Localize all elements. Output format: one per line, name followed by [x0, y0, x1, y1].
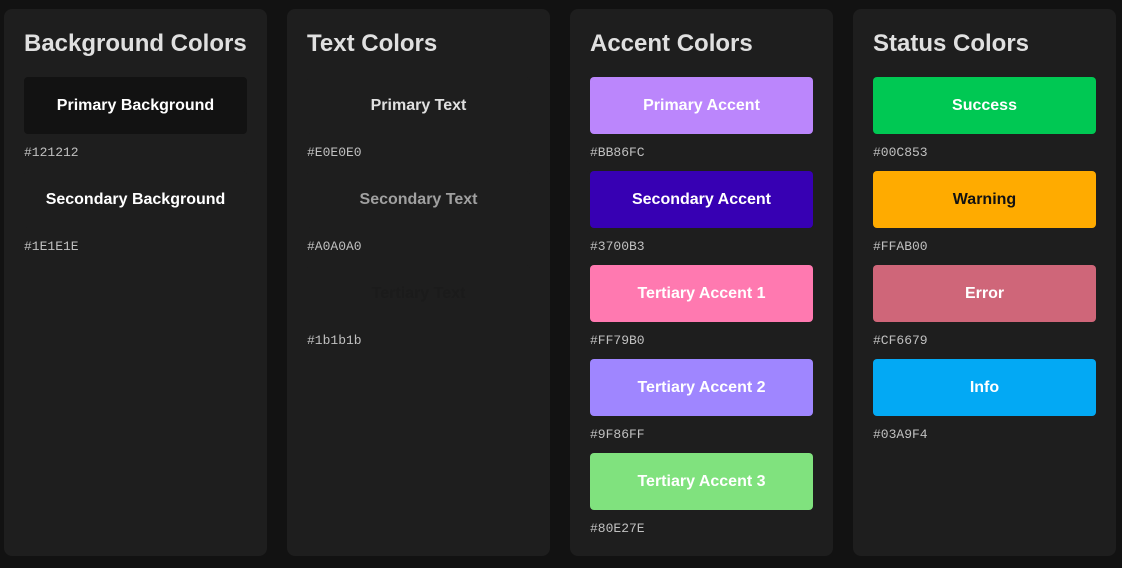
- swatch-item: Tertiary Accent 3 #80E27E: [590, 453, 813, 547]
- swatch-item: Tertiary Accent 1 #FF79B0: [590, 265, 813, 359]
- hex-code: #1b1b1b: [307, 333, 362, 348]
- swatch-list: Primary Background #121212 Secondary Bac…: [24, 77, 247, 265]
- swatch-item: Info #03A9F4: [873, 359, 1096, 453]
- success-swatch: Success: [873, 77, 1096, 134]
- hex-code: #A0A0A0: [307, 239, 362, 254]
- hex-code: #80E27E: [590, 521, 645, 536]
- tertiary-accent-3-swatch: Tertiary Accent 3: [590, 453, 813, 510]
- hex-code: #FFAB00: [873, 239, 928, 254]
- hex-code: #E0E0E0: [307, 145, 362, 160]
- tertiary-accent-2-swatch: Tertiary Accent 2: [590, 359, 813, 416]
- panel-title: Status Colors: [873, 30, 1030, 57]
- hex-code: #121212: [24, 145, 79, 160]
- swatch-item: Error #CF6679: [873, 265, 1096, 359]
- swatch-item: Tertiary Accent 2 #9F86FF: [590, 359, 813, 453]
- swatch-list: Success #00C853 Warning #FFAB00 Error #C…: [873, 77, 1096, 453]
- text-colors-panel: Text Colors Primary Text #E0E0E0 Seconda…: [287, 9, 550, 556]
- swatch-item: Success #00C853: [873, 77, 1096, 171]
- secondary-text-swatch: Secondary Text: [307, 171, 530, 228]
- swatch-list: Primary Text #E0E0E0 Secondary Text #A0A…: [307, 77, 530, 359]
- hex-code: #00C853: [873, 145, 928, 160]
- hex-code: #CF6679: [873, 333, 928, 348]
- panel-title: Accent Colors: [590, 30, 753, 57]
- hex-code: #9F86FF: [590, 427, 645, 442]
- swatch-item: Secondary Text #A0A0A0: [307, 171, 530, 265]
- hex-code: #BB86FC: [590, 145, 645, 160]
- swatch-item: Primary Text #E0E0E0: [307, 77, 530, 171]
- palette-grid: Background Colors Primary Background #12…: [0, 0, 1122, 568]
- panel-title: Background Colors: [24, 30, 247, 57]
- tertiary-accent-1-swatch: Tertiary Accent 1: [590, 265, 813, 322]
- primary-text-swatch: Primary Text: [307, 77, 530, 134]
- swatch-item: Secondary Background #1E1E1E: [24, 171, 247, 265]
- hex-code: #3700B3: [590, 239, 645, 254]
- accent-colors-panel: Accent Colors Primary Accent #BB86FC Sec…: [570, 9, 833, 556]
- primary-background-swatch: Primary Background: [24, 77, 247, 134]
- tertiary-text-swatch: Tertiary Text: [307, 265, 530, 322]
- swatch-item: Primary Background #121212: [24, 77, 247, 171]
- background-colors-panel: Background Colors Primary Background #12…: [4, 9, 267, 556]
- swatch-item: Primary Accent #BB86FC: [590, 77, 813, 171]
- hex-code: #03A9F4: [873, 427, 928, 442]
- primary-accent-swatch: Primary Accent: [590, 77, 813, 134]
- secondary-background-swatch: Secondary Background: [24, 171, 247, 228]
- warning-swatch: Warning: [873, 171, 1096, 228]
- info-swatch: Info: [873, 359, 1096, 416]
- swatch-item: Warning #FFAB00: [873, 171, 1096, 265]
- panel-title: Text Colors: [307, 30, 438, 57]
- hex-code: #1E1E1E: [24, 239, 79, 254]
- swatch-item: Tertiary Text #1b1b1b: [307, 265, 530, 359]
- secondary-accent-swatch: Secondary Accent: [590, 171, 813, 228]
- hex-code: #FF79B0: [590, 333, 645, 348]
- status-colors-panel: Status Colors Success #00C853 Warning #F…: [853, 9, 1116, 556]
- error-swatch: Error: [873, 265, 1096, 322]
- swatch-item: Secondary Accent #3700B3: [590, 171, 813, 265]
- swatch-list: Primary Accent #BB86FC Secondary Accent …: [590, 77, 813, 547]
